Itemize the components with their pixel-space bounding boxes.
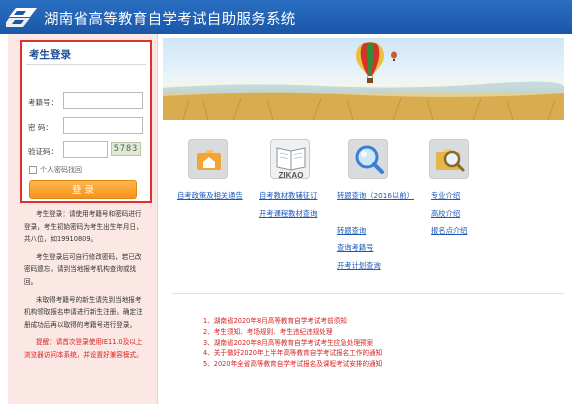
news-item[interactable]: 3、湖南省2020年8月高等教育自学考试考生应急处理预案 (203, 338, 382, 349)
logo-icon (6, 8, 37, 27)
house-folder-icon[interactable] (188, 139, 228, 179)
policy-notice-link[interactable]: 自考政策及相关通告 (177, 191, 243, 201)
login-button[interactable]: 登 录 (29, 180, 137, 199)
news-item[interactable]: 2、考生须知、考场规则、考生违纪违规处理 (203, 327, 382, 338)
transfer-query-link[interactable]: 转题查询 (337, 226, 366, 236)
college-intro-link[interactable]: 高校介绍 (431, 209, 460, 219)
password-input[interactable] (63, 117, 143, 134)
divider (26, 64, 146, 65)
magnifier-icon[interactable] (348, 139, 388, 179)
captcha-image[interactable]: 5783 (111, 142, 141, 156)
tip-text: 考生登录后可自行修改密码，若已改密码遗忘，请到当地报考机构查询或找回。 (24, 252, 142, 286)
zikao-book-icon[interactable]: ZIKAO (270, 139, 310, 180)
exam-no-query-link[interactable]: 查询考籍号 (337, 243, 373, 253)
password-recover-link[interactable]: 个人密码找回 (40, 165, 82, 175)
news-list: 1、湖南省2020年8月高等教育自学考试考前须知 2、考生须知、考场规则、考生违… (203, 316, 382, 370)
exam-no-input[interactable] (63, 92, 143, 109)
tip-text: 考生登录：请使用考籍号和密码进行登录，考生初始密码为考生出生年月日，共八位，如1… (24, 210, 143, 244)
browser-warning: 提醒：请首次登录使用IE11.0及以上浏览器访问本系统，并设置好兼容模式。 (24, 338, 143, 359)
banner-image (163, 38, 564, 120)
site-title: 湖南省高等教育自学考试自助服务系统 (44, 12, 296, 28)
divider (172, 293, 564, 294)
transfer-query-old-link[interactable]: 转题查询（2016以前） (337, 191, 414, 201)
zikao-text: ZIKAO (279, 171, 304, 180)
exam-no-label: 考籍号： (28, 98, 58, 107)
course-textbook-link[interactable]: 开考课程教材查询 (259, 209, 317, 219)
remember-checkbox[interactable] (29, 166, 37, 174)
signup-point-link[interactable]: 报名点介绍 (431, 226, 467, 236)
login-tips: 考生登录：请使用考籍号和密码进行登录，考生初始密码为考生出生年月日，共八位，如1… (24, 208, 144, 367)
captcha-label: 验证码： (28, 147, 58, 156)
login-panel: 考生登录 考籍号： 密 码： 验证码： 5783 个人密码找回 登 录 (20, 40, 152, 203)
password-label: 密 码： (28, 123, 53, 132)
login-title: 考生登录 (29, 49, 71, 61)
textbook-order-link[interactable]: 自考教材教辅征订 (259, 191, 317, 201)
news-item[interactable]: 1、湖南省2020年8月高等教育自学考试考前须知 (203, 316, 382, 327)
app-header: 湖南省高等教育自学考试自助服务系统 (0, 0, 572, 34)
balloon-landscape-icon (163, 42, 564, 120)
major-intro-link[interactable]: 专业介绍 (431, 191, 460, 201)
exam-plan-link[interactable]: 开考计划查询 (337, 261, 381, 271)
news-item[interactable]: 5、2020年全省高等教育自学考试报名及课程考试安排的通知 (203, 359, 382, 370)
captcha-input[interactable] (63, 141, 108, 158)
news-item[interactable]: 4、关于做好2020年上半年高等教育自学考试报名工作的通知 (203, 348, 382, 359)
search-folder-icon[interactable] (429, 139, 469, 179)
tip-text: 未取得考籍号的新生请先到当地报考机构领取报名申请进行新生注册，确定注册成功后再以… (24, 295, 143, 329)
